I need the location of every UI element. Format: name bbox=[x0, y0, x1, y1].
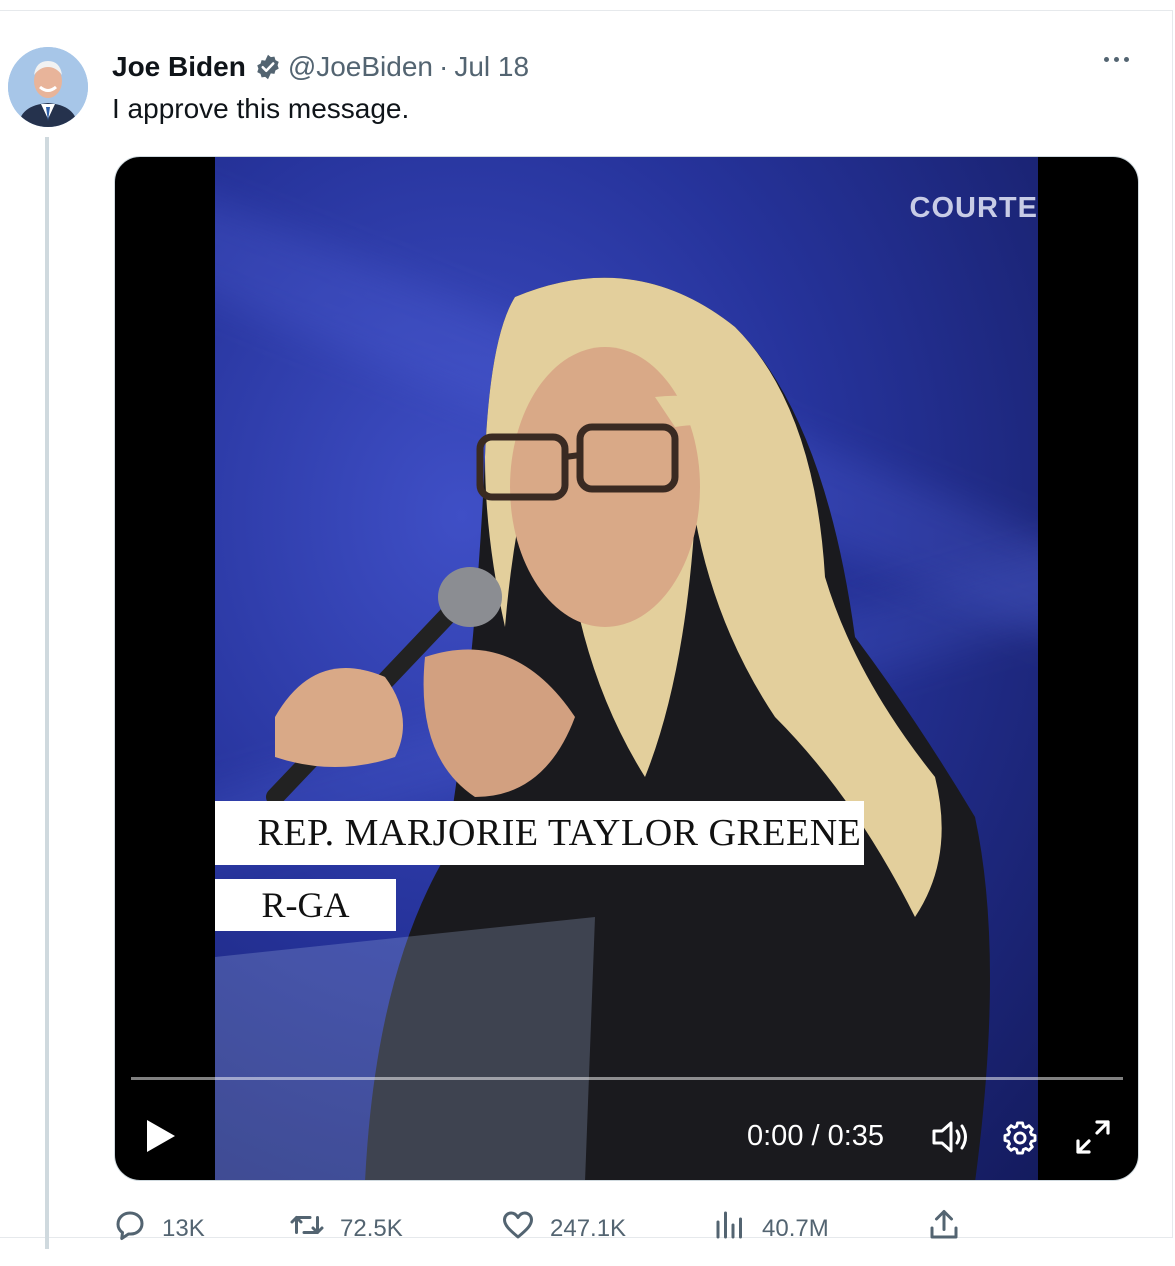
tweet-header: Joe Biden @JoeBiden · Jul 18 bbox=[112, 49, 529, 85]
volume-icon[interactable] bbox=[931, 1119, 971, 1160]
video-player[interactable]: COURTE REP. MARJORIE TAYLOR GREENE R-GA … bbox=[114, 156, 1139, 1181]
like-button[interactable]: 247.1K bbox=[500, 1207, 626, 1250]
avatar[interactable] bbox=[8, 47, 88, 127]
share-icon bbox=[926, 1207, 962, 1250]
author-handle[interactable]: @JoeBiden bbox=[288, 51, 433, 83]
views-icon bbox=[712, 1207, 748, 1250]
fullscreen-icon[interactable] bbox=[1073, 1117, 1113, 1162]
tweet-text: I approve this message. bbox=[112, 93, 410, 124]
header-separator: · bbox=[439, 51, 449, 82]
like-count: 247.1K bbox=[550, 1214, 627, 1242]
video-time: 0:00 / 0:35 bbox=[747, 1120, 885, 1152]
retweet-button[interactable]: 72.5K bbox=[288, 1207, 403, 1250]
more-icon[interactable] bbox=[1104, 57, 1129, 62]
tweet-card[interactable]: Joe Biden @JoeBiden · Jul 18 I approve t… bbox=[0, 10, 1173, 1249]
author-name[interactable]: Joe Biden bbox=[112, 51, 246, 83]
thread-line bbox=[45, 137, 49, 1249]
views-button[interactable]: 40.7M bbox=[712, 1207, 829, 1250]
gear-icon[interactable] bbox=[1001, 1119, 1039, 1162]
watermark-text: COURTE bbox=[909, 192, 1038, 224]
video-progress-bar[interactable] bbox=[131, 1077, 1123, 1080]
retweet-icon bbox=[288, 1207, 326, 1250]
heart-icon bbox=[500, 1207, 536, 1250]
speaker-figure bbox=[215, 277, 990, 1180]
reply-button[interactable]: 13K bbox=[112, 1207, 205, 1250]
share-button[interactable] bbox=[926, 1207, 962, 1250]
caption-party: R-GA bbox=[215, 879, 396, 931]
tweet-actions: 13K 72.5K 247.1K 40.7M bbox=[112, 1207, 1012, 1247]
retweet-count: 72.5K bbox=[340, 1214, 403, 1242]
video-frame[interactable]: COURTE bbox=[215, 157, 1038, 1180]
caption-name: REP. MARJORIE TAYLOR GREENE bbox=[215, 801, 864, 865]
views-count: 40.7M bbox=[762, 1214, 829, 1242]
tweet-date[interactable]: Jul 18 bbox=[454, 51, 529, 83]
verified-badge-icon bbox=[254, 53, 282, 81]
play-icon[interactable] bbox=[145, 1119, 177, 1158]
reply-icon bbox=[112, 1207, 148, 1250]
reply-count: 13K bbox=[162, 1214, 205, 1242]
